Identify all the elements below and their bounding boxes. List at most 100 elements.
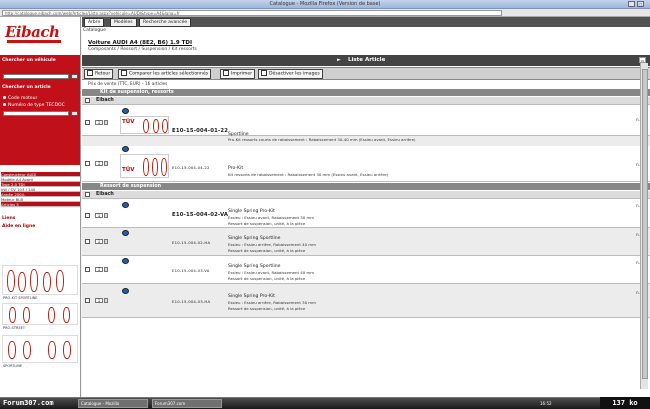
option-tecdoc[interactable]: Numéro de type TECDOC (3, 103, 65, 108)
url-field[interactable]: http://catalogue.eibach.com/web/Articles… (2, 10, 502, 16)
cart-icon[interactable] (122, 258, 129, 264)
article-number[interactable]: E10-15-004-03-HA (172, 299, 210, 304)
tab-advanced-search[interactable]: Recherche avancée (139, 18, 192, 27)
product-thumb-prokit[interactable] (2, 265, 78, 295)
article-number[interactable]: E10-15-004-04-22 (172, 165, 210, 170)
article-search-button[interactable] (71, 111, 78, 116)
quantity-field[interactable]: 1 (95, 120, 103, 125)
quantity-field[interactable]: 1 (95, 298, 103, 303)
article-title: Pro-Kit (228, 166, 244, 171)
breadcrumb[interactable]: Voiture AUDI A4 (8E2, B6) 1.9 TDI (88, 40, 192, 46)
tab-tree[interactable]: Arbre (84, 18, 105, 27)
taskbar-item[interactable]: Catalogue - Mozilla (78, 399, 148, 408)
maximize-icon[interactable]: □ (637, 1, 644, 7)
spring-icon (30, 269, 38, 292)
sidebar: Eibach Chercher un véhicule Chercher un … (0, 17, 81, 397)
action-label: Désactiver les images (269, 71, 320, 77)
back-button[interactable]: Retour (84, 69, 114, 79)
table-row-detail: Pro-Kit ressorts courts de rabaissement … (82, 136, 650, 146)
forum-watermark: Forum307.com (3, 399, 54, 407)
empty-area (82, 319, 650, 397)
article-detail: Ressort de suspension, unité, à la pièce (228, 248, 306, 253)
table-row: 1 E10-15-004-03-VA Single Spring Sportli… (82, 256, 650, 284)
list-title: Liste Article (348, 57, 386, 63)
quantity-field[interactable]: 1 (95, 267, 103, 272)
window-title: Catalogue - Mozilla Firefox (Version de … (269, 1, 381, 7)
action-toolbar: Retour Comparer les articles sélectionné… (82, 67, 650, 80)
print-button[interactable]: Imprimer (220, 69, 256, 79)
quantity-stepper[interactable] (104, 161, 108, 166)
minimize-icon[interactable]: _ (628, 1, 635, 7)
browser-window: Catalogue - Mozilla Firefox (Version de … (0, 0, 650, 409)
cart-icon[interactable] (122, 108, 129, 114)
spring-icon (162, 119, 168, 133)
radio-icon (3, 103, 6, 106)
vehicle-search-input[interactable] (3, 74, 69, 79)
spring-icon (8, 341, 16, 359)
product-image: TÜV (120, 116, 169, 134)
quantity-stepper[interactable] (104, 298, 108, 303)
cart-icon[interactable] (122, 146, 129, 152)
vertical-scrollbar[interactable] (640, 63, 648, 389)
scrollbar-thumb[interactable] (642, 69, 648, 379)
article-detail: Essieu : Essieu avant, Rabaissement 30 m… (228, 215, 315, 220)
article-number[interactable]: E10-15-004-01-22 (172, 128, 228, 134)
logo-swoosh (7, 40, 61, 43)
group-header-pad (82, 89, 98, 97)
action-label: Retour (95, 71, 111, 77)
links-link[interactable]: Liens (2, 216, 15, 221)
article-number[interactable]: E10-15-004-02-VA (172, 212, 228, 218)
row-checkbox[interactable] (85, 213, 90, 218)
quantity-field[interactable]: 1 (95, 239, 103, 244)
tabs-bar: Arbre Modèles Recherche avancée (82, 17, 650, 27)
article-detail: Pro-Kit ressorts courts de rabaissement … (228, 137, 416, 142)
compare-button[interactable]: Comparer les articles sélectionnés (118, 69, 212, 79)
vehicle-search-button[interactable] (71, 74, 78, 79)
list-header-bar: ► Liste Article ▭ (82, 55, 650, 66)
back-icon (87, 70, 93, 76)
article-number[interactable]: E10-15-004-02-HA (172, 240, 210, 245)
category-path: Composants / Ressort / Suspension / Kit … (88, 47, 197, 52)
product-thumb-prostreet[interactable] (2, 303, 78, 325)
logo-text: Eibach (5, 23, 60, 41)
arrow-right-icon: ► (337, 57, 341, 63)
hide-images-button[interactable]: Désactiver les images (258, 69, 323, 79)
brand-label: Eibach (96, 192, 114, 197)
row-checkbox[interactable] (85, 239, 90, 244)
spring-icon (7, 270, 15, 292)
quantity-stepper[interactable] (104, 239, 108, 244)
taskbar-item[interactable]: Forum307.com (152, 399, 222, 408)
table-row: 1 TÜV E10-15-004-01-22 Sportline n.d. (82, 106, 650, 137)
eibach-logo: Eibach (3, 23, 75, 45)
row-checkbox[interactable] (85, 120, 90, 125)
select-all-checkbox[interactable] (85, 98, 90, 103)
spring-icon (18, 272, 26, 292)
spring-icon (23, 341, 31, 359)
article-number[interactable]: E10-15-004-03-VA (172, 268, 210, 273)
thumb-caption: PRO-KIT SPORTLINE (3, 296, 38, 300)
article-detail: Essieu : Essieu avant, Rabaissement 40 m… (228, 270, 315, 275)
tab-models[interactable]: Modèles (110, 18, 137, 27)
address-bar: http://catalogue.eibach.com/web/Articles… (0, 9, 650, 17)
cart-icon[interactable] (122, 202, 129, 208)
cart-icon[interactable] (122, 288, 129, 294)
article-detail: Essieu : Essieu arrière, Rabaissement 30… (228, 300, 316, 305)
product-thumb-sportline[interactable] (2, 335, 78, 363)
row-checkbox[interactable] (85, 161, 90, 166)
online-help-link[interactable]: Aide en ligne (2, 224, 35, 229)
quantity-field[interactable]: 1 (95, 213, 103, 218)
option-engine-code[interactable]: Code moteur (3, 96, 37, 101)
row-checkbox[interactable] (85, 267, 90, 272)
brand-header: Eibach (82, 97, 650, 105)
quantity-stepper[interactable] (104, 267, 108, 272)
quantity-field[interactable]: 1 (95, 161, 103, 166)
article-search-input[interactable] (3, 111, 69, 116)
quantity-stepper[interactable] (104, 120, 108, 125)
cart-icon[interactable] (122, 230, 129, 236)
brand-label: Eibach (96, 98, 114, 103)
row-checkbox[interactable] (85, 298, 90, 303)
article-title: Single Spring Pro-Kit (228, 209, 275, 214)
select-all-checkbox[interactable] (85, 192, 90, 197)
quantity-stepper[interactable] (104, 213, 108, 218)
compare-icon (121, 70, 127, 76)
